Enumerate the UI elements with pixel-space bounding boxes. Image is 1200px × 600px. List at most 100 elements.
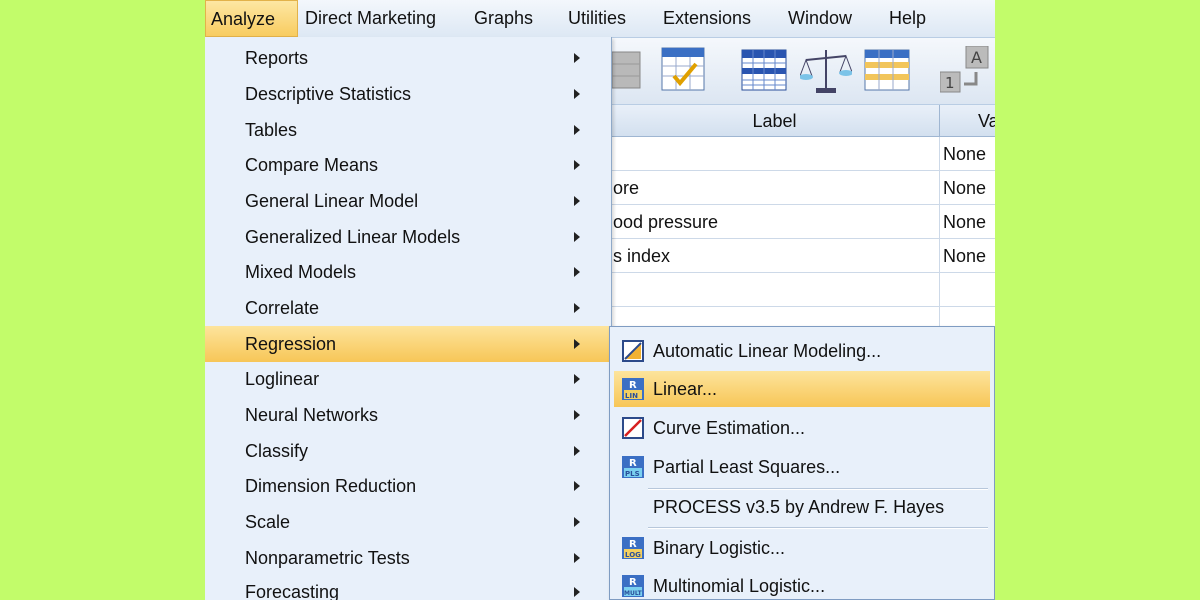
automatic-linear-modeling-icon (622, 340, 644, 362)
value-labels-icon[interactable] (863, 46, 911, 94)
submenu-arrow-icon (574, 517, 580, 527)
menu-item-automatic-linear-modeling[interactable]: Automatic Linear Modeling... (614, 333, 990, 369)
menu-item-label: Mixed Models (245, 262, 357, 282)
menu-item-scale[interactable]: Scale (205, 505, 610, 539)
grid-cell[interactable] (610, 137, 940, 171)
svg-text:A: A (971, 48, 982, 67)
menu-graphs[interactable]: Graphs (470, 0, 537, 37)
linear-regression-icon: R LIN (622, 378, 644, 400)
multinomial-logistic-icon: R MULT (622, 575, 644, 597)
menu-item-compare-means[interactable]: Compare Means (205, 148, 610, 182)
menu-item-label: Linear... (653, 379, 718, 399)
menu-item-label: Compare Means (245, 155, 379, 175)
menu-direct-marketing[interactable]: Direct Marketing (301, 0, 440, 37)
menu-item-label: PROCESS v3.5 by Andrew F. Hayes (653, 497, 945, 517)
menu-item-generalized-linear-models[interactable]: Generalized Linear Models (205, 220, 610, 254)
menu-item-label: Tables (245, 120, 298, 140)
menu-analyze[interactable]: Analyze (205, 0, 298, 37)
partial-least-squares-icon: R PLS (622, 456, 644, 478)
svg-text:R: R (629, 458, 637, 469)
svg-text:1: 1 (945, 74, 955, 92)
menu-item-multinomial-logistic[interactable]: R MULT Multinomial Logistic... (614, 568, 990, 600)
use-variable-sets-icon[interactable]: A 1 (940, 46, 990, 96)
svg-text:R: R (629, 539, 637, 550)
weight-cases-icon[interactable] (800, 46, 852, 96)
submenu-arrow-icon (574, 303, 580, 313)
menu-item-label: Binary Logistic... (653, 538, 786, 558)
menu-item-reports[interactable]: Reports (205, 41, 610, 75)
split-file-icon[interactable] (740, 46, 788, 94)
menu-item-label: Multinomial Logistic... (653, 576, 826, 596)
menu-item-linear[interactable]: R LIN Linear... (614, 371, 990, 407)
menu-item-partial-least-squares[interactable]: R PLS Partial Least Squares... (614, 449, 990, 485)
submenu-arrow-icon (574, 267, 580, 277)
grid-cell[interactable] (940, 273, 995, 307)
grid-cell[interactable]: None (940, 137, 995, 171)
submenu-arrow-icon (574, 374, 580, 384)
menu-item-label: Neural Networks (245, 405, 379, 425)
menu-item-loglinear[interactable]: Loglinear (205, 362, 610, 396)
menu-item-dimension-reduction[interactable]: Dimension Reduction (205, 469, 610, 503)
svg-text:R: R (629, 577, 637, 588)
menu-item-label: General Linear Model (245, 191, 419, 211)
submenu-arrow-icon (574, 410, 580, 420)
svg-text:MULT: MULT (624, 590, 643, 597)
menu-item-curve-estimation[interactable]: Curve Estimation... (614, 410, 990, 446)
toolbar: A 1 (610, 38, 995, 105)
select-cases-icon[interactable] (660, 46, 708, 94)
column-header-values[interactable]: Va (940, 105, 995, 137)
submenu-arrow-icon (574, 553, 580, 563)
submenu-arrow-icon (574, 446, 580, 456)
dataset-icon[interactable] (612, 46, 642, 94)
menu-item-label: Forecasting (245, 582, 340, 600)
column-header-label[interactable]: Label (610, 105, 940, 137)
menu-item-neural-networks[interactable]: Neural Networks (205, 398, 610, 432)
grid-cell[interactable] (610, 273, 940, 307)
menu-item-label: Reports (245, 48, 309, 68)
grid-cell[interactable]: ore (610, 171, 940, 205)
binary-logistic-icon: R LOG (622, 537, 644, 559)
regression-submenu: Automatic Linear Modeling... R LIN Linea… (609, 326, 995, 600)
menu-utilities[interactable]: Utilities (564, 0, 630, 37)
menu-item-label: Classify (245, 441, 309, 461)
submenu-arrow-icon (574, 339, 580, 349)
grid-cell[interactable]: None (940, 205, 995, 239)
submenu-arrow-icon (574, 587, 580, 597)
menu-item-classify[interactable]: Classify (205, 434, 610, 468)
menu-window[interactable]: Window (784, 0, 856, 37)
menu-help[interactable]: Help (885, 0, 930, 37)
menu-item-label: Correlate (245, 298, 320, 318)
submenu-arrow-icon (574, 53, 580, 63)
menu-item-mixed-models[interactable]: Mixed Models (205, 255, 610, 289)
menu-item-label: Curve Estimation... (653, 418, 806, 438)
menu-item-regression[interactable]: Regression (205, 326, 610, 362)
menu-item-label: Dimension Reduction (245, 476, 417, 496)
menu-item-label: Regression (245, 334, 337, 354)
menu-item-correlate[interactable]: Correlate (205, 291, 610, 325)
grid-cell[interactable]: None (940, 239, 995, 273)
menu-item-binary-logistic[interactable]: R LOG Binary Logistic... (614, 530, 990, 566)
menu-item-general-linear-model[interactable]: General Linear Model (205, 184, 610, 218)
submenu-arrow-icon (574, 160, 580, 170)
submenu-arrow-icon (574, 89, 580, 99)
menu-item-label: Descriptive Statistics (245, 84, 412, 104)
grid-cell[interactable]: ood pressure (610, 205, 940, 239)
svg-text:R: R (629, 380, 637, 391)
submenu-arrow-icon (574, 125, 580, 135)
menu-item-descriptive-statistics[interactable]: Descriptive Statistics (205, 77, 610, 111)
submenu-arrow-icon (574, 196, 580, 206)
menu-item-forecasting[interactable]: Forecasting (205, 575, 610, 600)
menu-separator (648, 527, 988, 529)
spss-window: Analyze Direct Marketing Graphs Utilitie… (205, 0, 995, 600)
curve-estimation-icon (622, 417, 644, 439)
menu-extensions[interactable]: Extensions (659, 0, 755, 37)
menu-item-label: Automatic Linear Modeling... (653, 341, 882, 361)
grid-cell[interactable]: None (940, 171, 995, 205)
svg-text:LIN: LIN (625, 392, 638, 400)
menu-item-process[interactable]: PROCESS v3.5 by Andrew F. Hayes (614, 489, 990, 525)
grid-cell[interactable]: s index (610, 239, 940, 273)
menu-item-tables[interactable]: Tables (205, 113, 610, 147)
menubar: Analyze Direct Marketing Graphs Utilitie… (205, 0, 995, 38)
menu-item-nonparametric-tests[interactable]: Nonparametric Tests (205, 541, 610, 575)
svg-text:PLS: PLS (625, 470, 640, 478)
